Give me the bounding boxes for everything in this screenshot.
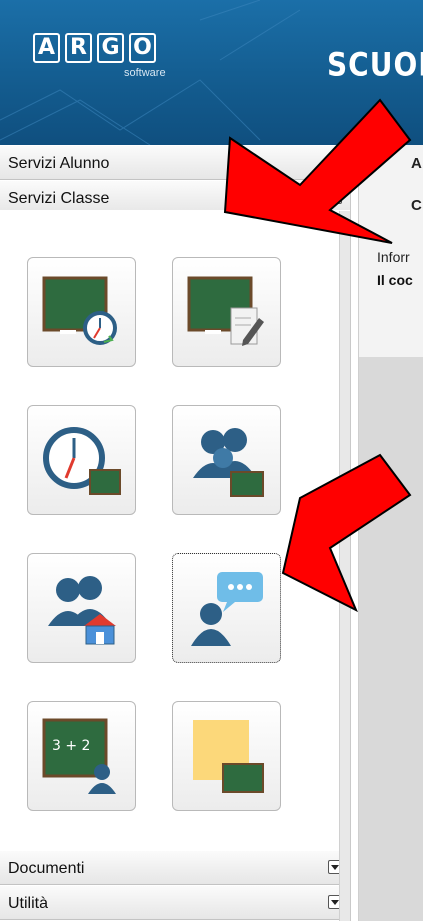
section-label: Utilità: [8, 895, 49, 912]
section-label: Servizi Classe: [8, 190, 110, 207]
section-label: Documenti: [8, 860, 85, 877]
info-line: A: [411, 155, 422, 172]
info-line: Inforr: [377, 249, 410, 265]
page: A R G O software SCUOL Servizi Alunno Se…: [0, 0, 423, 921]
sidebar: Servizi Alunno Servizi Classe 3 + 2 Docu…: [0, 145, 351, 921]
blackboard-pencil-icon: [187, 276, 264, 346]
info-panel: A C Inforr Il coc: [358, 145, 423, 358]
logo-letter: O: [129, 33, 156, 63]
logo-letter: G: [97, 33, 124, 63]
tile-sticky-note-blackboard[interactable]: [172, 701, 281, 811]
person-chat-icon: [191, 572, 263, 646]
tile-blackboard-clock[interactable]: [27, 257, 136, 367]
clock-blackboard-icon: [43, 427, 121, 495]
app-header: A R G O software SCUOL: [0, 0, 423, 145]
section-label: Servizi Alunno: [8, 155, 110, 172]
tile-group-blackboard[interactable]: [172, 405, 281, 515]
content-area: [358, 357, 423, 921]
section-documenti[interactable]: Documenti: [0, 850, 350, 885]
blackboard-teacher-icon: 3 + 2: [42, 718, 116, 794]
info-line: C: [411, 197, 422, 214]
logo-letter: R: [65, 33, 92, 63]
sidebar-scrollbar[interactable]: [339, 211, 350, 921]
tile-blackboard-pencil[interactable]: [172, 257, 281, 367]
blackboard-clock-icon: [42, 276, 117, 345]
group-school-icon: [48, 576, 116, 645]
servizi-classe-panel: 3 + 2: [0, 210, 350, 850]
section-utilita[interactable]: Utilità: [0, 885, 350, 920]
logo-letter: A: [33, 33, 60, 63]
tile-person-chat[interactable]: [172, 553, 281, 663]
collapse-arrow-icon[interactable]: [328, 190, 342, 204]
section-servizi-alunno[interactable]: Servizi Alunno: [0, 145, 350, 180]
group-blackboard-icon: [193, 428, 264, 497]
sticky-note-blackboard-icon: [193, 720, 264, 793]
argo-logo[interactable]: A R G O: [33, 33, 156, 63]
info-line: Il coc: [377, 272, 413, 288]
tile-clock-blackboard[interactable]: [27, 405, 136, 515]
app-title: SCUOL: [327, 45, 423, 84]
logo-subtitle: software: [124, 67, 166, 79]
svg-text:3 + 2: 3 + 2: [52, 738, 90, 754]
tile-group-school[interactable]: [27, 553, 136, 663]
tile-blackboard-teacher[interactable]: 3 + 2: [27, 701, 136, 811]
